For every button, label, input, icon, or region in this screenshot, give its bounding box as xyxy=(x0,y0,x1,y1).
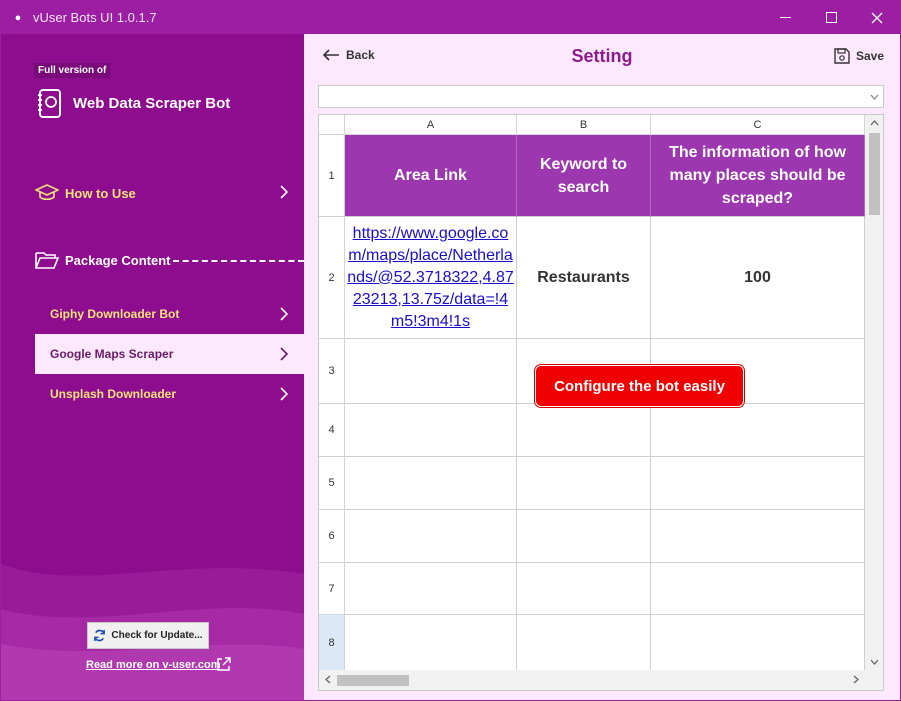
package-item-unsplash[interactable]: Unsplash Downloader xyxy=(35,374,304,414)
chevron-right-icon xyxy=(280,307,288,321)
refresh-icon xyxy=(94,629,106,642)
row-header[interactable]: 4 xyxy=(319,404,345,457)
cell-header-keyword[interactable]: Keyword to search xyxy=(517,135,651,217)
external-link-icon[interactable] xyxy=(216,657,231,672)
check-update-label: Check for Update... xyxy=(111,630,203,641)
package-item-label: Giphy Downloader Bot xyxy=(50,307,180,321)
package-divider xyxy=(173,260,304,262)
nav-how-to-use[interactable]: How to Use xyxy=(35,173,304,213)
app-window: ● vUser Bots UI 1.0.1.7 Full version of … xyxy=(0,0,901,701)
cell-empty[interactable] xyxy=(517,563,651,615)
main-panel: Back Setting Save A B C 1 2 3 4 5 6 7 8 … xyxy=(304,34,900,700)
cell-empty[interactable] xyxy=(651,615,865,671)
row-header[interactable]: 3 xyxy=(319,339,345,404)
cell-keyword[interactable]: Restaurants xyxy=(517,217,651,339)
package-item-label: Unsplash Downloader xyxy=(50,387,177,401)
minimize-icon xyxy=(779,17,791,18)
bot-book-icon xyxy=(38,89,61,118)
horizontal-scroll-thumb[interactable] xyxy=(337,675,409,686)
minimize-button[interactable] xyxy=(762,1,808,34)
column-header[interactable]: A xyxy=(345,115,517,135)
vertical-scroll-thumb[interactable] xyxy=(869,133,880,215)
graduation-cap-icon xyxy=(35,184,59,201)
cell-header-area-link[interactable]: Area Link xyxy=(345,135,517,217)
chevron-right-icon xyxy=(280,185,288,199)
column-header[interactable]: C xyxy=(651,115,865,135)
scroll-right-icon[interactable] xyxy=(853,675,859,684)
row-header[interactable]: 2 xyxy=(319,217,345,339)
check-update-button[interactable]: Check for Update... xyxy=(87,622,209,649)
cell-empty[interactable] xyxy=(651,510,865,563)
package-item-giphy[interactable]: Giphy Downloader Bot xyxy=(35,294,304,334)
cell-empty[interactable] xyxy=(345,615,517,671)
sheet-dropdown[interactable] xyxy=(318,85,884,108)
vertical-scrollbar[interactable] xyxy=(865,115,883,670)
cell-empty[interactable] xyxy=(651,563,865,615)
cell-places-count[interactable]: 100 xyxy=(651,217,865,339)
cell-empty[interactable] xyxy=(345,339,517,404)
cell-empty[interactable] xyxy=(345,563,517,615)
nav-package-content-label: Package Content xyxy=(65,252,171,268)
scroll-left-icon[interactable] xyxy=(325,675,331,684)
horizontal-scrollbar[interactable] xyxy=(319,670,883,690)
cell-empty[interactable] xyxy=(517,615,651,671)
cell-empty[interactable] xyxy=(517,510,651,563)
cell-empty[interactable] xyxy=(517,404,651,457)
scroll-down-icon[interactable] xyxy=(870,659,879,665)
maximize-button[interactable] xyxy=(808,1,854,34)
row-header[interactable]: 8 xyxy=(319,615,345,671)
column-header[interactable]: B xyxy=(517,115,651,135)
row-header[interactable]: 1 xyxy=(319,135,345,217)
bot-name: Web Data Scraper Bot xyxy=(73,95,231,112)
row-header[interactable]: 6 xyxy=(319,510,345,563)
row-header[interactable]: 5 xyxy=(319,457,345,510)
cell-empty[interactable] xyxy=(345,404,517,457)
maximize-icon xyxy=(825,12,837,23)
cell-area-link[interactable]: https://www.google.com/maps/place/Nether… xyxy=(345,217,517,339)
chevron-down-icon xyxy=(870,94,878,100)
sidebar: Full version of Web Data Scraper Bot How… xyxy=(1,34,304,700)
package-item-google-maps[interactable]: Google Maps Scraper xyxy=(35,334,304,374)
nav-how-to-use-label: How to Use xyxy=(65,185,136,201)
corner-header[interactable] xyxy=(319,115,345,135)
read-more-link[interactable]: Read more on v-user.com xyxy=(86,659,221,671)
cell-empty[interactable] xyxy=(345,457,517,510)
cell-empty[interactable] xyxy=(517,457,651,510)
folder-open-icon xyxy=(35,252,59,269)
full-version-badge: Full version of xyxy=(34,63,111,78)
configure-callout: Configure the bot easily xyxy=(535,365,744,407)
page-title: Setting xyxy=(571,46,633,66)
title-bar: ● vUser Bots UI 1.0.1.7 xyxy=(1,1,900,34)
app-icon: ● xyxy=(14,12,22,24)
dropdown-button[interactable] xyxy=(865,86,883,107)
save-button[interactable]: Save xyxy=(834,48,884,64)
chevron-right-icon xyxy=(280,347,288,361)
close-button[interactable] xyxy=(854,1,900,34)
scroll-up-icon[interactable] xyxy=(870,120,879,126)
window-title: vUser Bots UI 1.0.1.7 xyxy=(33,10,157,25)
cell-header-places-count[interactable]: The information of how many places shoul… xyxy=(651,135,865,217)
save-label: Save xyxy=(856,49,885,63)
cell-empty[interactable] xyxy=(345,510,517,563)
cell-empty[interactable] xyxy=(651,457,865,510)
row-header[interactable]: 7 xyxy=(319,563,345,615)
close-icon xyxy=(871,12,883,23)
package-item-label: Google Maps Scraper xyxy=(50,347,174,361)
save-icon xyxy=(834,48,850,64)
chevron-right-icon xyxy=(280,387,288,401)
cell-empty[interactable] xyxy=(651,404,865,457)
